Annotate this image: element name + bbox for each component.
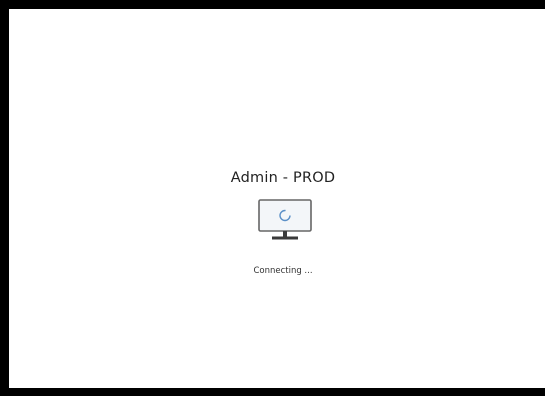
remote-session-window: Admin - PROD Connecting ... <box>9 9 545 388</box>
monitor-stand <box>283 231 287 237</box>
connection-splash: Admin - PROD Connecting ... <box>9 9 545 388</box>
screenshot-frame: Admin - PROD Connecting ... <box>0 0 545 396</box>
connection-status: Connecting ... <box>253 266 313 276</box>
monitor-loading-icon <box>258 199 312 240</box>
monitor-base <box>272 236 298 240</box>
connection-title: Admin - PROD <box>230 170 336 186</box>
monitor-screen <box>258 199 312 232</box>
